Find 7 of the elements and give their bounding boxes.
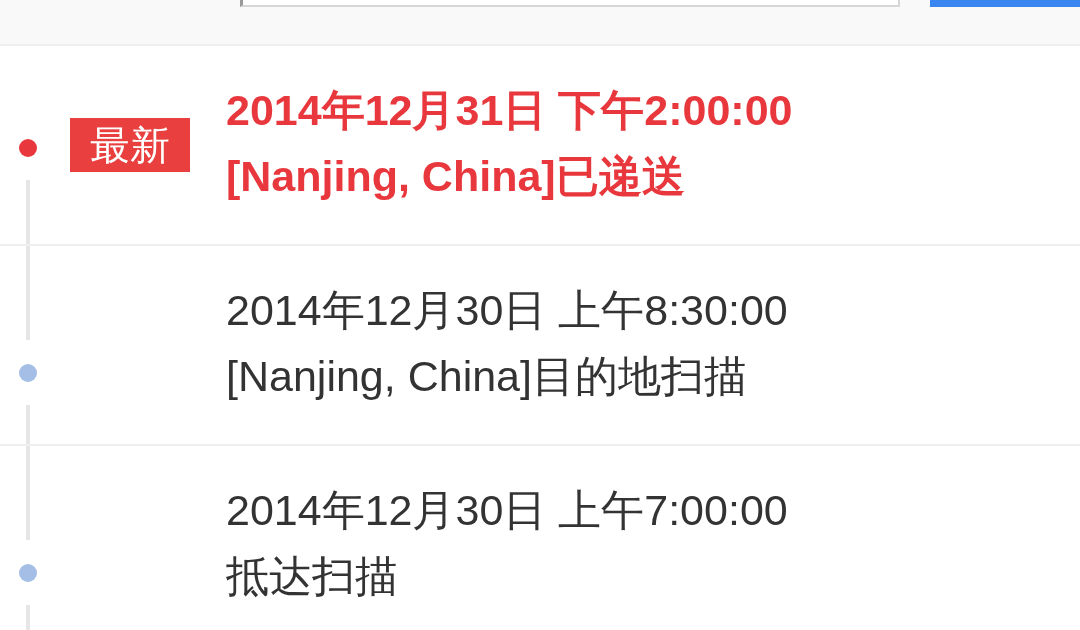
latest-badge: 最新	[70, 118, 190, 172]
event-time: 2014年12月31日 下午2:00:00	[226, 85, 793, 136]
event-time: 2014年12月30日 上午8:30:00	[226, 285, 788, 336]
event-time: 2014年12月30日 上午7:00:00	[226, 485, 788, 536]
event-status: 抵达扫描	[226, 551, 399, 602]
event-status: [Nanjing, China]已递送	[226, 151, 686, 202]
event-status: [Nanjing, China]目的地扫描	[226, 351, 748, 402]
